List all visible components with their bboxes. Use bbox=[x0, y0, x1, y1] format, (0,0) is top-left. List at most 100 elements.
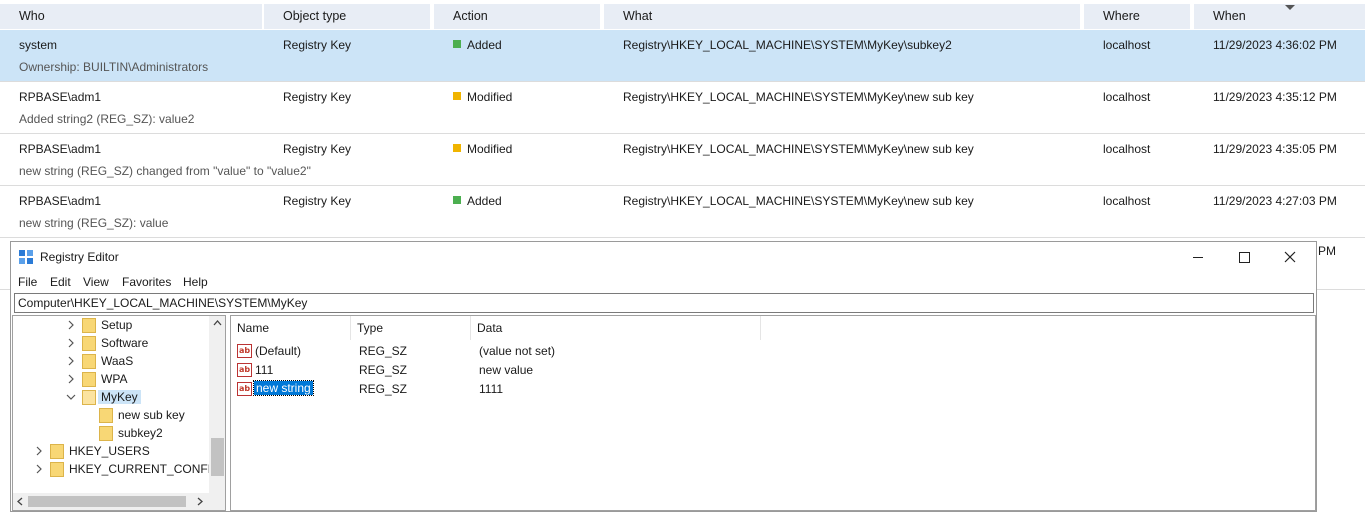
tree-item-label: Software bbox=[101, 336, 149, 350]
address-bar[interactable]: Computer\HKEY_LOCAL_MACHINE\SYSTEM\MyKey bbox=[14, 293, 1314, 313]
menu-edit[interactable]: Edit bbox=[50, 275, 71, 289]
cell-when: 11/29/2023 4:35:05 PM bbox=[1213, 142, 1337, 156]
list-column-type[interactable]: Type bbox=[351, 316, 471, 340]
tree-item-waas[interactable]: WaaS bbox=[13, 353, 209, 371]
value-data: 1111 bbox=[479, 382, 504, 396]
cell-when: 11/29/2023 4:36:02 PM bbox=[1213, 38, 1337, 52]
list-item[interactable]: ab 111 REG_SZ new value bbox=[235, 361, 1315, 380]
tree-item-label: subkey2 bbox=[118, 426, 163, 440]
tree-item-hkey-users[interactable]: HKEY_USERS bbox=[13, 443, 209, 461]
table-row[interactable]: RPBASE\adm1 Added string2 (REG_SZ): valu… bbox=[0, 82, 1365, 134]
tree-item-subkey2[interactable]: subkey2 bbox=[13, 425, 209, 443]
cell-when: 11/29/2023 4:35:12 PM bbox=[1213, 90, 1337, 104]
scrollbar-thumb[interactable] bbox=[28, 496, 186, 507]
title-bar[interactable]: Registry Editor bbox=[11, 242, 1316, 272]
action-status-icon bbox=[453, 196, 461, 204]
tree-item-label: HKEY_CURRENT_CONFIG bbox=[69, 462, 221, 476]
chevron-right-icon[interactable] bbox=[66, 338, 76, 348]
column-header-who[interactable]: Who bbox=[0, 4, 262, 29]
cell-where: localhost bbox=[1103, 90, 1151, 104]
folder-icon bbox=[82, 318, 96, 333]
sort-descending-icon bbox=[1285, 5, 1295, 10]
cell-who: RPBASE\adm1 bbox=[19, 90, 102, 104]
folder-icon bbox=[82, 372, 96, 387]
scrollbar-thumb[interactable] bbox=[211, 438, 224, 476]
cell-detail: new string (REG_SZ) changed from "value"… bbox=[19, 164, 311, 178]
chevron-right-icon[interactable] bbox=[66, 374, 76, 384]
menu-favorites[interactable]: Favorites bbox=[122, 275, 171, 289]
close-button[interactable] bbox=[1267, 242, 1313, 272]
open-folder-icon bbox=[82, 390, 96, 405]
list-item[interactable]: ab new string REG_SZ 1111 bbox=[235, 380, 1315, 399]
registry-editor-icon bbox=[19, 250, 33, 264]
tree-item-setup[interactable]: Setup bbox=[13, 317, 209, 335]
list-column-name[interactable]: Name bbox=[231, 316, 351, 340]
cell-where: localhost bbox=[1103, 38, 1151, 52]
folder-icon bbox=[99, 426, 113, 441]
column-header-where[interactable]: Where bbox=[1084, 4, 1190, 29]
column-header-what[interactable]: What bbox=[604, 4, 1080, 29]
cell-object-type: Registry Key bbox=[283, 90, 352, 104]
scroll-right-icon[interactable] bbox=[197, 497, 203, 506]
value-name-edit-field[interactable]: new string bbox=[253, 380, 314, 396]
cell-detail: Added string2 (REG_SZ): value2 bbox=[19, 112, 195, 126]
folder-icon bbox=[50, 444, 64, 459]
cell-who: system bbox=[19, 38, 58, 52]
menu-file[interactable]: File bbox=[18, 275, 37, 289]
cell-object-type: Registry Key bbox=[283, 38, 352, 52]
maximize-button[interactable] bbox=[1221, 242, 1267, 272]
menu-help[interactable]: Help bbox=[183, 275, 208, 289]
table-row[interactable]: system Ownership: BUILTIN\Administrators… bbox=[0, 30, 1365, 82]
table-row[interactable]: RPBASE\adm1 new string (REG_SZ) changed … bbox=[0, 134, 1365, 186]
action-status-icon bbox=[453, 144, 461, 152]
chevron-right-icon[interactable] bbox=[66, 356, 76, 366]
string-value-icon: ab bbox=[237, 344, 252, 358]
tree-vertical-scrollbar[interactable] bbox=[209, 316, 225, 493]
tree-item-new-sub-key[interactable]: new sub key bbox=[13, 407, 209, 425]
chevron-down-icon[interactable] bbox=[66, 392, 76, 402]
cell-who: RPBASE\adm1 bbox=[19, 194, 102, 208]
menu-view[interactable]: View bbox=[83, 275, 109, 289]
grid-header: Who Object type Action What Where When bbox=[0, 0, 1365, 30]
tree-item-mykey[interactable]: MyKey bbox=[13, 389, 209, 407]
cell-what: Registry\HKEY_LOCAL_MACHINE\SYSTEM\MyKey… bbox=[623, 142, 974, 156]
list-column-data[interactable]: Data bbox=[471, 316, 761, 340]
tree-item-label: Setup bbox=[101, 318, 133, 332]
column-header-action[interactable]: Action bbox=[434, 4, 600, 29]
chevron-right-icon[interactable] bbox=[34, 446, 44, 456]
column-header-when[interactable]: When bbox=[1194, 4, 1365, 29]
key-tree[interactable]: Setup Software WaaS WPA MyKey new sub ke… bbox=[12, 315, 226, 511]
chevron-right-icon[interactable] bbox=[34, 464, 44, 474]
chevron-right-icon[interactable] bbox=[66, 320, 76, 330]
close-icon bbox=[1284, 251, 1296, 263]
action-label: Added bbox=[467, 38, 502, 52]
scroll-left-icon[interactable] bbox=[17, 497, 23, 506]
column-header-object-type[interactable]: Object type bbox=[264, 4, 430, 29]
value-type: REG_SZ bbox=[359, 382, 408, 396]
scroll-up-icon[interactable] bbox=[213, 320, 222, 326]
cell-where: localhost bbox=[1103, 142, 1151, 156]
value-name: 111 bbox=[255, 363, 274, 377]
window-title: Registry Editor bbox=[40, 250, 119, 264]
cell-object-type: Registry Key bbox=[283, 142, 352, 156]
cell-what: Registry\HKEY_LOCAL_MACHINE\SYSTEM\MyKey… bbox=[623, 90, 974, 104]
cell-who: RPBASE\adm1 bbox=[19, 142, 102, 156]
tree-item-wpa[interactable]: WPA bbox=[13, 371, 209, 389]
folder-icon bbox=[82, 336, 96, 351]
table-row[interactable]: RPBASE\adm1 new string (REG_SZ): value R… bbox=[0, 186, 1365, 238]
list-item[interactable]: ab (Default) REG_SZ (value not set) bbox=[235, 342, 1315, 361]
values-list[interactable]: Name Type Data ab (Default) REG_SZ (valu… bbox=[230, 315, 1316, 511]
minimize-button[interactable] bbox=[1175, 242, 1221, 272]
cell-what: Registry\HKEY_LOCAL_MACHINE\SYSTEM\MyKey… bbox=[623, 38, 952, 52]
cell-object-type: Registry Key bbox=[283, 194, 352, 208]
tree-item-hkey-current-config[interactable]: HKEY_CURRENT_CONFIG bbox=[13, 461, 220, 479]
tree-horizontal-scrollbar[interactable] bbox=[13, 493, 209, 510]
tree-item-software[interactable]: Software bbox=[13, 335, 209, 353]
tree-item-label: new sub key bbox=[118, 408, 185, 422]
string-value-icon: ab bbox=[237, 363, 252, 377]
cell-detail: new string (REG_SZ): value bbox=[19, 216, 169, 230]
menu-bar: File Edit View Favorites Help bbox=[11, 272, 1316, 292]
cell-action: Added bbox=[453, 194, 502, 208]
tree-item-label: HKEY_USERS bbox=[69, 444, 150, 458]
cell-when: PM bbox=[1318, 244, 1336, 258]
